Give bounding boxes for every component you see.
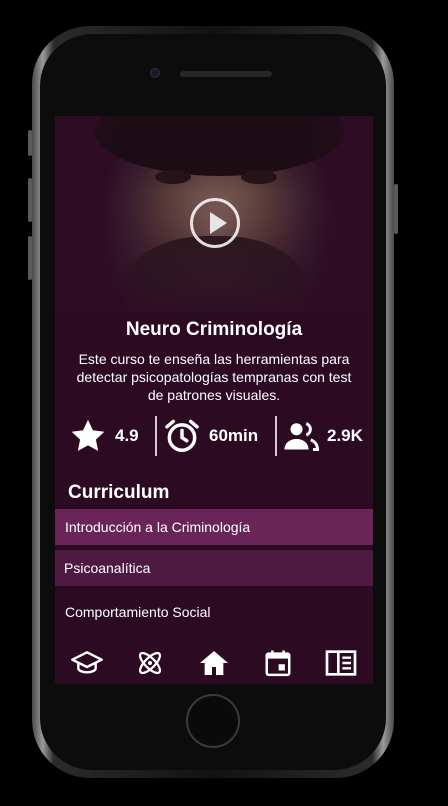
nav-home[interactable]: [194, 643, 234, 683]
duration-value: 60min: [209, 426, 259, 445]
atom-icon: [139, 651, 162, 674]
people-icon: [284, 422, 319, 451]
curriculum-heading: Curriculum: [68, 482, 170, 503]
stats-divider: [275, 416, 277, 456]
alarm-clock-icon: [165, 419, 199, 452]
rating-stat: 4.9: [69, 412, 139, 460]
bottom-navigation: [55, 641, 373, 684]
play-icon[interactable]: [190, 198, 240, 248]
stats-divider: [155, 416, 157, 456]
graduation-cap-icon: [70, 650, 103, 674]
star-icon: [71, 419, 105, 451]
nav-calendar[interactable]: [258, 643, 298, 683]
app-screen: Neuro Criminología Este curso te enseña …: [55, 116, 373, 684]
curriculum-item[interactable]: Psicoanalítica: [55, 550, 373, 586]
power-button: [394, 184, 398, 234]
curriculum-item[interactable]: Comportamiento Social: [55, 594, 373, 630]
volume-down-button: [28, 236, 32, 280]
course-description: Este curso te enseña las herramientas pa…: [76, 351, 352, 403]
home-icon: [199, 650, 228, 675]
students-value: 2.9K: [327, 426, 363, 445]
course-title: Neuro Criminología: [125, 319, 303, 340]
curriculum-item[interactable]: Introducción a la Criminología: [55, 509, 373, 545]
volume-up-button: [28, 178, 32, 222]
students-stat: 2.9K: [283, 412, 363, 460]
nav-courses[interactable]: [67, 643, 107, 683]
calendar-icon: [265, 650, 291, 676]
course-stats: 4.9 60min 2.9K: [55, 412, 373, 460]
home-button[interactable]: [186, 694, 240, 748]
rating-value: 4.9: [115, 426, 139, 445]
nav-science[interactable]: [130, 643, 170, 683]
duration-stat: 60min: [163, 412, 258, 460]
front-camera: [150, 68, 160, 78]
book-icon: [325, 649, 357, 676]
mute-switch: [28, 130, 32, 156]
course-video-thumbnail[interactable]: [55, 116, 373, 312]
earpiece-speaker: [180, 71, 272, 77]
nav-library[interactable]: [321, 643, 361, 683]
